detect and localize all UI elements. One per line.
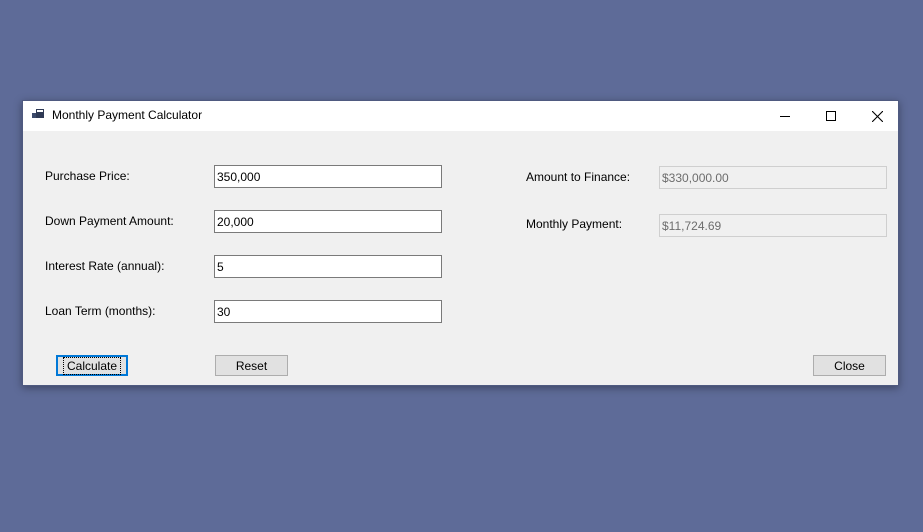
minimize-button[interactable]: [762, 101, 808, 131]
interest-rate-input[interactable]: [214, 255, 442, 278]
app-window-icon: [32, 109, 44, 121]
monthly-payment-field[interactable]: [659, 214, 887, 237]
purchase-price-label: Purchase Price:: [45, 169, 130, 183]
reset-button-label: Reset: [235, 358, 268, 373]
down-payment-label: Down Payment Amount:: [45, 214, 174, 228]
amount-to-finance-label: Amount to Finance:: [526, 170, 631, 184]
close-button-label: Close: [834, 358, 865, 373]
close-button[interactable]: Close: [813, 355, 886, 376]
calculator-window: Monthly Payment Calculator Purchase Pric…: [22, 100, 899, 386]
maximize-button[interactable]: [808, 101, 854, 131]
purchase-price-input[interactable]: [214, 165, 442, 188]
amount-to-finance-field[interactable]: [659, 166, 887, 189]
interest-rate-label: Interest Rate (annual):: [45, 259, 165, 273]
monthly-payment-label: Monthly Payment:: [526, 217, 623, 231]
loan-term-label: Loan Term (months):: [45, 304, 156, 318]
calculate-button[interactable]: Calculate: [56, 355, 128, 376]
close-icon: [871, 110, 883, 122]
down-payment-input[interactable]: [214, 210, 442, 233]
close-window-button[interactable]: [854, 101, 900, 131]
window-title: Monthly Payment Calculator: [52, 108, 203, 122]
calculate-button-label: Calculate: [62, 356, 122, 375]
minimize-icon: [780, 116, 790, 117]
loan-term-input[interactable]: [214, 300, 442, 323]
maximize-icon: [826, 111, 836, 121]
reset-button[interactable]: Reset: [215, 355, 288, 376]
title-bar[interactable]: Monthly Payment Calculator: [23, 101, 898, 131]
